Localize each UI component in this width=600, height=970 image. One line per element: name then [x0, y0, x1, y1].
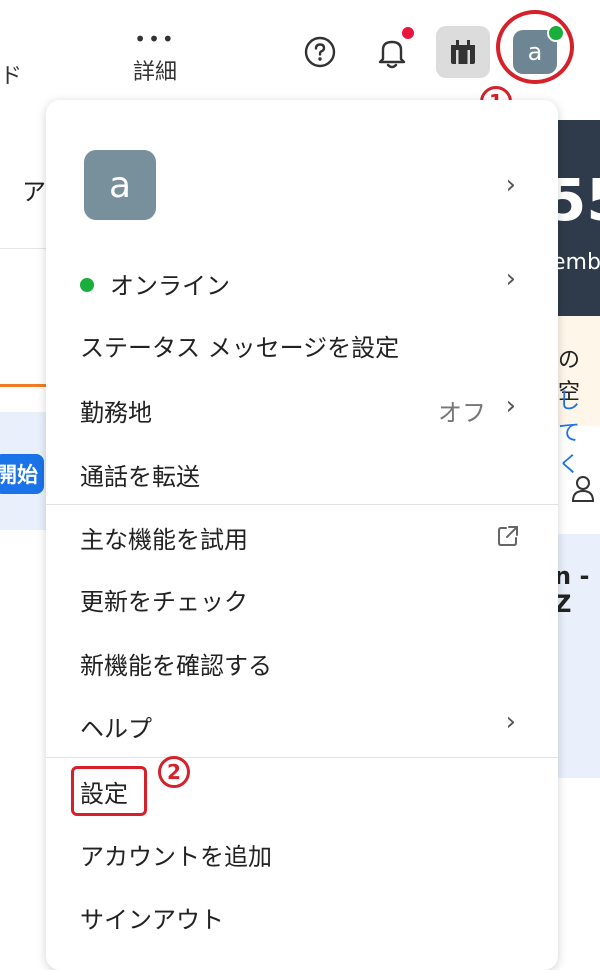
chevron-right-icon: › — [505, 170, 516, 200]
menu-item-add-account[interactable]: アカウントを追加 — [80, 837, 272, 872]
bg-notice-link[interactable]: してく — [558, 383, 600, 479]
work-location-value: オフ — [438, 399, 486, 427]
menu-item-online[interactable]: オンライン — [110, 266, 230, 301]
bg-active-tab-line — [0, 384, 46, 387]
bell-icon — [378, 40, 406, 69]
menu-profile-header[interactable]: a › — [46, 130, 558, 240]
bg-left-text: ア — [22, 178, 46, 206]
menu-item-try-features[interactable]: 主な機能を試用 — [80, 520, 248, 555]
menu-item-whats-new[interactable]: 新機能を確認する — [80, 646, 272, 681]
menu-divider — [46, 757, 558, 758]
chevron-right-icon: › — [505, 707, 516, 737]
help-button[interactable] — [302, 34, 338, 70]
annotation-marker-2: 2 — [158, 756, 190, 788]
menu-item-sign-out[interactable]: サインアウト — [80, 900, 224, 935]
bg-meeting-title: n -Z — [554, 562, 590, 618]
bg-banner-date: emb — [552, 250, 600, 275]
profile-menu: a › オンライン › ステータス メッセージを設定 勤務地 オフ › 通話を転… — [46, 100, 558, 970]
menu-item-work-location[interactable]: 勤務地 — [80, 393, 152, 428]
menu-item-status-message[interactable]: ステータス メッセージを設定 — [80, 328, 399, 363]
annotation-box-settings — [71, 766, 147, 816]
online-status-dot — [80, 278, 94, 292]
gift-box-icon — [451, 40, 475, 64]
whiteboard-button[interactable] — [436, 26, 490, 78]
help-circle-icon — [304, 36, 336, 68]
external-link-icon — [496, 524, 520, 552]
start-button[interactable]: 開始 — [0, 454, 44, 494]
menu-item-call-forward[interactable]: 通話を転送 — [80, 457, 200, 492]
menu-item-check-updates[interactable]: 更新をチェック — [80, 582, 248, 617]
annotation-circle-avatar — [496, 10, 574, 84]
bg-divider — [0, 248, 46, 249]
bg-contacts-button[interactable] — [570, 472, 600, 506]
more-button[interactable]: ••• 詳細 — [128, 27, 182, 86]
nav-item-partial[interactable]: ド — [0, 58, 22, 90]
menu-divider — [46, 504, 558, 505]
ellipsis-icon: ••• — [134, 27, 176, 51]
chevron-right-icon: › — [505, 264, 516, 294]
menu-avatar: a — [84, 150, 156, 220]
notification-badge — [402, 27, 414, 39]
more-label: 詳細 — [132, 60, 177, 85]
person-icon — [571, 476, 595, 502]
menu-item-help[interactable]: ヘルプ — [80, 709, 152, 744]
chevron-right-icon: › — [505, 391, 516, 421]
